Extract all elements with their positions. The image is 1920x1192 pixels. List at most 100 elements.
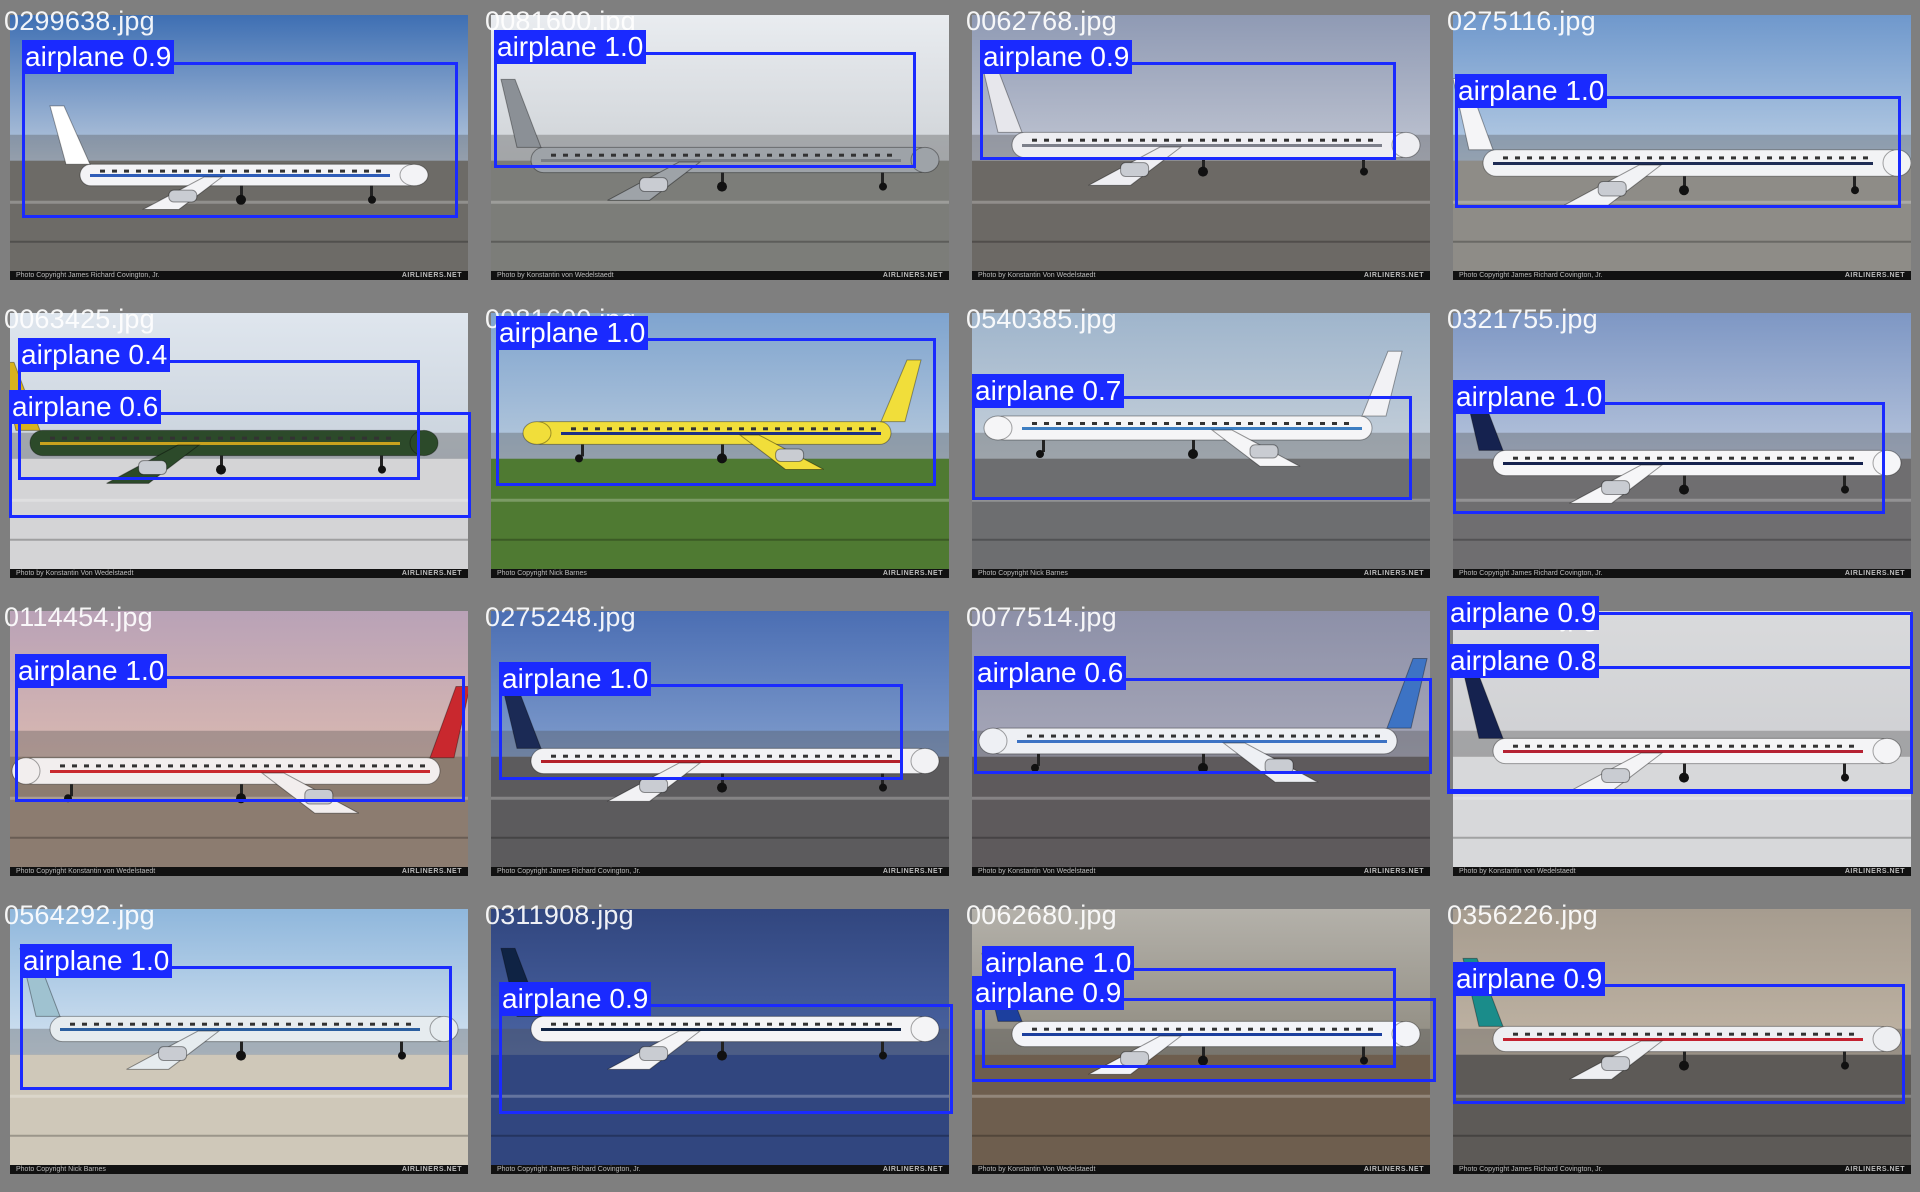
airliners-net-watermark: AIRLINERS.NET xyxy=(401,570,462,577)
detection-label: airplane 0.9 xyxy=(1447,596,1600,630)
photo-credit-text: Photo by Konstantin Von Wedelstaedt xyxy=(978,1166,1096,1173)
airliners-net-watermark: AIRLINERS.NET xyxy=(1844,1166,1905,1173)
photo-credit-text: Photo by Konstantin Von Wedelstaedt xyxy=(978,868,1096,875)
detection-label: airplane 1.0 xyxy=(20,944,173,978)
image-filename: 0321755.jpg xyxy=(1447,304,1598,334)
detection-label: airplane 1.0 xyxy=(1455,74,1608,108)
result-tile: Photo Copyright Konstantin von Wedelstae… xyxy=(0,596,480,894)
airliners-net-watermark: AIRLINERS.NET xyxy=(1363,1166,1424,1173)
photo-credit-text: Photo by Konstantin Von Wedelstaedt xyxy=(16,570,134,577)
photo-credit: Photo Copyright Konstantin von Wedelstae… xyxy=(10,867,468,876)
detection-label: airplane 0.9 xyxy=(499,982,652,1016)
detection-bounding-box xyxy=(974,678,1432,774)
photo-credit: Photo by Konstantin Von Wedelstaedt AIRLI… xyxy=(972,271,1430,280)
photo-credit-text: Photo Copyright Nick Barnes xyxy=(978,570,1068,577)
photo-credit: Photo Copyright James Richard Covington,… xyxy=(1453,1165,1911,1174)
result-tile: Photo by Konstantin Von Wedelstaedt AIRLI… xyxy=(962,894,1442,1192)
detection-label: airplane 1.0 xyxy=(15,654,168,688)
photo-credit-text: Photo Copyright James Richard Covington,… xyxy=(16,272,160,279)
airliners-net-watermark: AIRLINERS.NET xyxy=(1363,272,1424,279)
airliners-net-watermark: AIRLINERS.NET xyxy=(882,272,943,279)
detection-label: airplane 0.9 xyxy=(972,976,1125,1010)
image-filename: 0062680.jpg xyxy=(966,900,1117,930)
detection-label: airplane 1.0 xyxy=(1453,380,1606,414)
image-filename: 0275248.jpg xyxy=(485,602,636,632)
detection-bounding-box xyxy=(499,1004,953,1114)
detection-bounding-box xyxy=(1453,402,1885,514)
airliners-net-watermark: AIRLINERS.NET xyxy=(1844,570,1905,577)
result-tile: Photo by Konstantin von Wedelstaedt AIRLI… xyxy=(1443,596,1920,894)
detection-bounding-box xyxy=(1453,984,1905,1104)
result-tile: Photo by Konstantin von Wedelstaedt AIRLI… xyxy=(481,0,961,298)
detection-label: airplane 0.7 xyxy=(972,374,1125,408)
detection-label: airplane 1.0 xyxy=(499,662,652,696)
photo-credit-text: Photo Copyright James Richard Covington,… xyxy=(497,868,641,875)
image-filename: 0063425.jpg xyxy=(4,304,155,334)
image-filename: 0540385.jpg xyxy=(966,304,1117,334)
photo-credit-text: Photo by Konstantin von Wedelstaedt xyxy=(1459,868,1576,875)
image-filename: 0114454.jpg xyxy=(4,602,153,632)
result-tile: Photo Copyright James Richard Covington,… xyxy=(0,0,480,298)
airliners-net-watermark: AIRLINERS.NET xyxy=(882,1166,943,1173)
image-filename: 0311908.jpg xyxy=(485,900,634,930)
photo-credit-text: Photo by Konstantin von Wedelstaedt xyxy=(497,272,614,279)
result-tile: Photo Copyright Nick Barnes AIRLINERS.NET… xyxy=(481,298,961,596)
detection-label: airplane 0.4 xyxy=(18,338,171,372)
photo-credit-text: Photo Copyright James Richard Covington,… xyxy=(497,1166,641,1173)
detection-bounding-box xyxy=(20,966,452,1090)
detection-bounding-box xyxy=(496,338,936,486)
result-tile: Photo by Konstantin Von Wedelstaedt AIRLI… xyxy=(962,596,1442,894)
photo-credit: Photo Copyright Nick Barnes AIRLINERS.NET xyxy=(972,569,1430,578)
detection-label: airplane 0.6 xyxy=(9,390,162,424)
photo-credit: Photo Copyright Nick Barnes AIRLINERS.NET xyxy=(10,1165,468,1174)
photo-credit-text: Photo Copyright James Richard Covington,… xyxy=(1459,272,1603,279)
detection-label: airplane 1.0 xyxy=(496,316,649,350)
result-tile: Photo Copyright James Richard Covington,… xyxy=(1443,894,1920,1192)
detection-bounding-box xyxy=(1455,96,1901,208)
result-tile: Photo by Konstantin Von Wedelstaedt AIRLI… xyxy=(0,298,480,596)
detection-label: airplane 0.9 xyxy=(1453,962,1606,996)
detection-label: airplane 0.9 xyxy=(22,40,175,74)
result-tile: Photo Copyright James Richard Covington,… xyxy=(481,596,961,894)
airliners-net-watermark: AIRLINERS.NET xyxy=(1844,272,1905,279)
detection-bounding-box xyxy=(1447,666,1913,794)
photo-credit: Photo by Konstantin Von Wedelstaedt AIRLI… xyxy=(10,569,468,578)
photo-credit-text: Photo Copyright James Richard Covington,… xyxy=(1459,570,1603,577)
detection-bounding-box xyxy=(980,62,1396,160)
photo-credit-text: Photo Copyright Nick Barnes xyxy=(497,570,587,577)
airliners-net-watermark: AIRLINERS.NET xyxy=(882,570,943,577)
photo-credit-text: Photo Copyright Konstantin von Wedelstae… xyxy=(16,868,156,875)
result-tile: Photo Copyright James Richard Covington,… xyxy=(1443,298,1920,596)
detection-label: airplane 1.0 xyxy=(494,30,647,64)
photo-credit: Photo by Konstantin von Wedelstaedt AIRLI… xyxy=(1453,867,1911,876)
result-tile: Photo by Konstantin Von Wedelstaedt AIRLI… xyxy=(962,0,1442,298)
image-filename: 0275116.jpg xyxy=(1447,6,1596,36)
photo-credit: Photo Copyright James Richard Covington,… xyxy=(491,867,949,876)
photo-credit: Photo Copyright Nick Barnes AIRLINERS.NET xyxy=(491,569,949,578)
photo-credit: Photo Copyright James Richard Covington,… xyxy=(10,271,468,280)
detection-label: airplane 1.0 xyxy=(982,946,1135,980)
detection-bounding-box xyxy=(972,396,1412,500)
airliners-net-watermark: AIRLINERS.NET xyxy=(401,272,462,279)
image-filename: 0062768.jpg xyxy=(966,6,1117,36)
photo-credit: Photo by Konstantin Von Wedelstaedt AIRLI… xyxy=(972,1165,1430,1174)
photo-credit: Photo Copyright James Richard Covington,… xyxy=(1453,569,1911,578)
result-tile: Photo Copyright James Richard Covington,… xyxy=(1443,0,1920,298)
airliners-net-watermark: AIRLINERS.NET xyxy=(401,868,462,875)
image-filename: 0564292.jpg xyxy=(4,900,155,930)
airliners-net-watermark: AIRLINERS.NET xyxy=(1844,868,1905,875)
result-tile: Photo Copyright Nick Barnes AIRLINERS.NET… xyxy=(962,298,1442,596)
photo-credit: Photo Copyright James Richard Covington,… xyxy=(491,1165,949,1174)
result-tile: Photo Copyright Nick Barnes AIRLINERS.NET… xyxy=(0,894,480,1192)
airliners-net-watermark: AIRLINERS.NET xyxy=(1363,570,1424,577)
detection-results-grid: Photo Copyright James Richard Covington,… xyxy=(0,0,1920,1192)
result-tile: Photo Copyright James Richard Covington,… xyxy=(481,894,961,1192)
detection-label: airplane 0.6 xyxy=(974,656,1127,690)
detection-label: airplane 0.8 xyxy=(1447,644,1600,678)
photo-credit: Photo Copyright James Richard Covington,… xyxy=(1453,271,1911,280)
image-filename: 0077514.jpg xyxy=(966,602,1117,632)
photo-credit-text: Photo Copyright James Richard Covington,… xyxy=(1459,1166,1603,1173)
image-filename: 0299638.jpg xyxy=(4,6,155,36)
detection-bounding-box xyxy=(494,52,916,168)
detection-bounding-box xyxy=(22,62,458,218)
